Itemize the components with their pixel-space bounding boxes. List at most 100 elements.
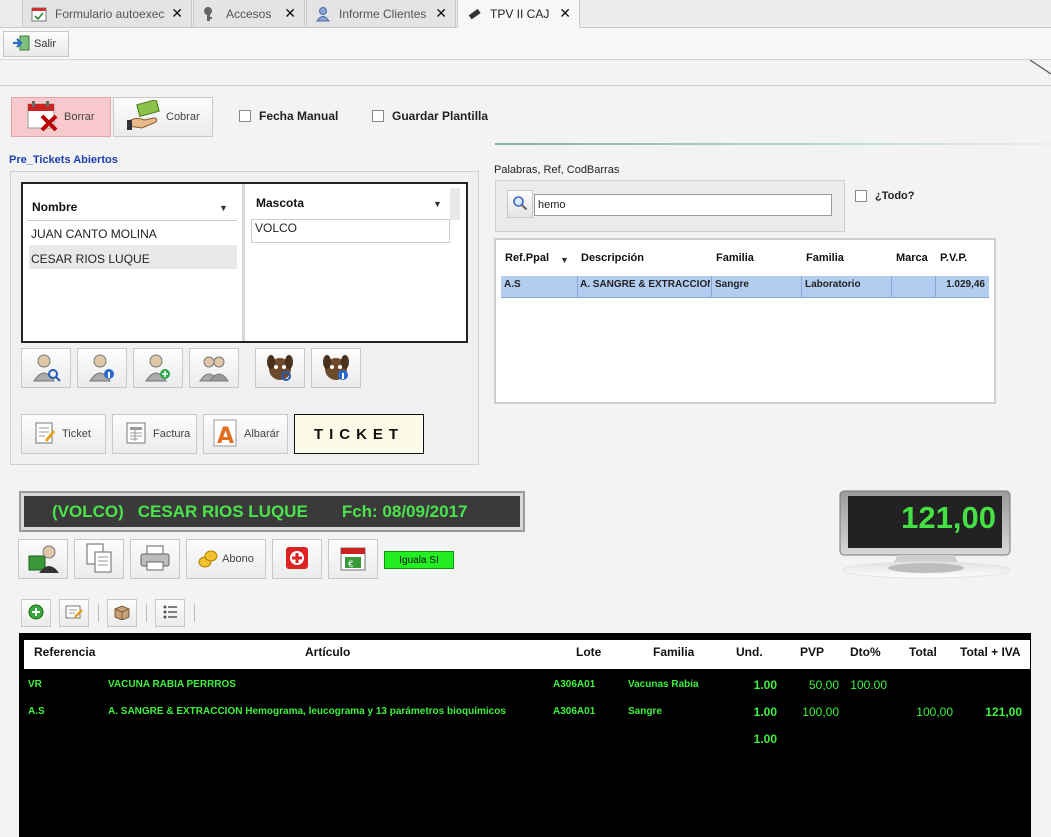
factura-doc-button[interactable]: Factura (112, 414, 197, 454)
column-header-referencia[interactable]: Referencia (34, 645, 95, 659)
line-und: 1.00 (753, 732, 777, 746)
column-header-und[interactable]: Und. (736, 645, 763, 659)
client-info-button[interactable] (77, 348, 127, 388)
line-pvp: 100,00 (802, 705, 839, 719)
box-button[interactable] (107, 599, 137, 627)
fecha-manual-checkbox[interactable]: Fecha Manual (239, 109, 338, 123)
svg-text:€: € (348, 560, 354, 570)
checkbox-box[interactable] (855, 190, 867, 202)
checkbox-box[interactable] (372, 110, 384, 122)
close-icon[interactable]: ✕ (284, 6, 296, 20)
result-descripcion: A. SANGRE & EXTRACCION ... (580, 279, 710, 290)
svg-text:A: A (217, 424, 234, 448)
tab-formulario-autoexec[interactable]: Formulario autoexec ✕ (22, 0, 192, 28)
column-header-mascota[interactable]: Mascota (256, 196, 304, 210)
search-input[interactable] (534, 194, 832, 216)
edit-line-button[interactable] (59, 599, 89, 627)
calendar-check-icon (31, 6, 47, 22)
column-header-descripcion[interactable]: Descripción (581, 252, 644, 264)
text-document-icon: A (212, 418, 238, 451)
client-banner: (VOLCO) CESAR RIOS LUQUE Fch: 08/09/2017 (19, 491, 525, 532)
pet-info-button[interactable] (311, 348, 361, 388)
albaran-doc-button[interactable]: A Albarár (203, 414, 288, 454)
abono-button[interactable]: Abono (186, 539, 266, 579)
edit-form-icon (65, 604, 83, 623)
tab-tpv-ii-caj[interactable]: TPV II CAJ ✕ (457, 0, 580, 28)
search-client-button[interactable] (21, 348, 71, 388)
tab-strip: Formulario autoexec ✕ Accesos ✕ Informe … (0, 0, 1051, 28)
line-articulo: A. SANGRE & EXTRACCION Hemograma, leucog… (108, 706, 506, 717)
guardar-plantilla-checkbox[interactable]: Guardar Plantilla (372, 109, 488, 123)
pet-info-icon (321, 352, 351, 385)
close-icon[interactable]: ✕ (171, 6, 183, 20)
pet-search-icon (265, 352, 295, 385)
invoice-icon (125, 421, 147, 448)
sort-dropdown-icon[interactable]: ▼ (433, 199, 442, 209)
column-header-total[interactable]: Total (909, 645, 937, 659)
add-client-button[interactable] (133, 348, 183, 388)
client-money-button[interactable] (18, 539, 68, 579)
total-amount: 121,00 (901, 500, 996, 535)
column-header-articulo[interactable]: Artículo (305, 645, 350, 659)
client-money-icon (27, 542, 59, 577)
toolbar: Salir (0, 28, 1051, 60)
box-icon (113, 604, 131, 623)
line-pvp: 50,00 (808, 678, 839, 692)
calendar-money-button[interactable]: € (328, 539, 378, 579)
sort-dropdown-icon[interactable]: ▼ (219, 203, 228, 213)
column-header-lote[interactable]: Lote (576, 645, 601, 659)
first-aid-icon (283, 544, 311, 575)
column-header-pvp[interactable]: P.V.P. (940, 252, 967, 264)
user-icon (315, 6, 331, 22)
column-header-familia-2[interactable]: Familia (806, 252, 844, 264)
copy-document-icon (83, 542, 115, 577)
coins-icon (198, 548, 218, 571)
pet-row-volco[interactable]: VOLCO (255, 221, 297, 235)
ticket-print-button[interactable]: TICKET (294, 414, 424, 454)
column-header-familia[interactable]: Familia (653, 645, 694, 659)
line-ref: A.S (28, 706, 45, 717)
search-pet-button[interactable] (255, 348, 305, 388)
column-header-marca[interactable]: Marca (896, 252, 928, 264)
client-row-juan[interactable]: JUAN CANTO MOLINA (31, 227, 157, 241)
key-icon (202, 6, 218, 22)
grid-splitter[interactable] (242, 184, 245, 341)
column-header-ref[interactable]: Ref.Ppal (505, 252, 549, 264)
close-icon[interactable]: ✕ (435, 6, 447, 20)
user-search-icon (31, 352, 61, 385)
ticket-doc-button[interactable]: Ticket (21, 414, 106, 454)
search-button[interactable] (507, 190, 533, 218)
add-line-button[interactable] (21, 599, 51, 627)
copy-documents-button[interactable] (74, 539, 124, 579)
section-divider (495, 143, 1051, 145)
column-header-dto[interactable]: Dto% (850, 645, 881, 659)
pretickets-title: Pre_Tickets Abiertos (9, 154, 118, 166)
todo-checkbox[interactable]: ¿Todo? (855, 190, 915, 202)
tab-accesos[interactable]: Accesos ✕ (193, 0, 305, 28)
salir-button[interactable]: Salir (3, 31, 69, 57)
clients-group-button[interactable] (189, 348, 239, 388)
banner-client: CESAR RIOS LUQUE (137, 501, 308, 521)
line-dto: 100.00 (850, 678, 887, 692)
first-aid-button[interactable] (272, 539, 322, 579)
column-header-familia[interactable]: Familia (716, 252, 754, 264)
column-header-pvp[interactable]: PVP (800, 645, 824, 659)
client-row-cesar[interactable]: CESAR RIOS LUQUE (31, 252, 150, 266)
list-button[interactable] (155, 599, 185, 627)
close-icon[interactable]: ✕ (559, 6, 571, 20)
money-hand-icon (126, 98, 162, 135)
tab-informe-clientes[interactable]: Informe Clientes ✕ (306, 0, 456, 28)
tab-label: Accesos (226, 6, 272, 21)
plus-circle-icon (28, 604, 44, 623)
user-info-icon (87, 352, 117, 385)
sort-dropdown-icon[interactable]: ▼ (560, 255, 569, 265)
line-familia: Sangre (628, 706, 662, 717)
borrar-button[interactable]: Borrar (11, 97, 111, 137)
print-button[interactable] (130, 539, 180, 579)
column-header-nombre[interactable]: Nombre (32, 200, 77, 214)
cobrar-button[interactable]: Cobrar (113, 97, 213, 137)
scrollbar[interactable] (450, 188, 460, 220)
checkbox-box[interactable] (239, 110, 251, 122)
column-header-total-iva[interactable]: Total + IVA (960, 645, 1021, 659)
tab-label: Formulario autoexec (55, 6, 165, 21)
